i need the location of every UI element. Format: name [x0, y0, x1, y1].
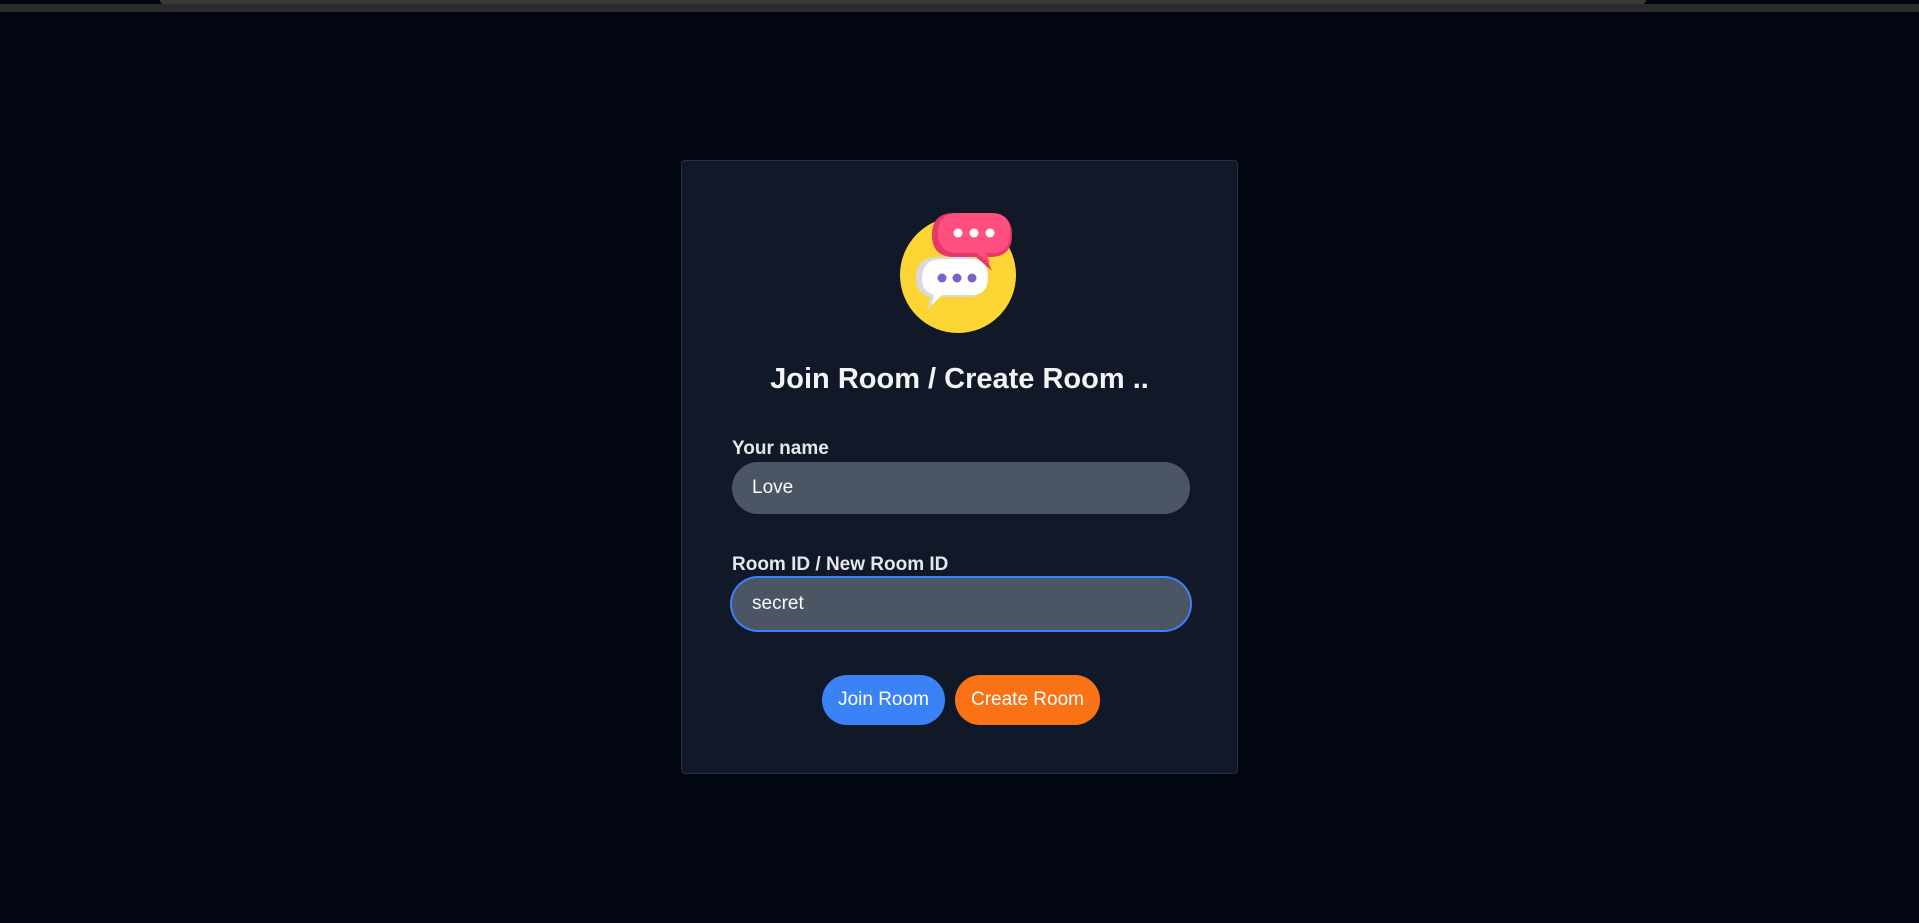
logo-dot — [969, 228, 979, 238]
create-room-button[interactable]: Create Room — [955, 675, 1100, 725]
join-room-button[interactable]: Join Room — [822, 675, 945, 725]
logo-dot — [953, 228, 963, 238]
logo-dot — [952, 273, 962, 283]
room-id-input[interactable] — [732, 578, 1190, 630]
name-input[interactable] — [732, 462, 1190, 514]
logo-dot — [937, 273, 947, 283]
room-id-label: Room ID / New Room ID — [732, 554, 949, 575]
browser-top-strip — [0, 0, 1919, 12]
room-card: Join Room / Create Room .. Your name Roo… — [681, 160, 1238, 774]
browser-top-strip-bar — [0, 4, 1919, 12]
logo-dot — [967, 273, 977, 283]
browser-top-strip-track — [160, 0, 1646, 4]
name-label: Your name — [732, 438, 829, 459]
logo-dot — [985, 228, 995, 238]
chat-bubbles-icon — [900, 213, 1016, 333]
page-title: Join Room / Create Room .. — [770, 363, 1149, 395]
